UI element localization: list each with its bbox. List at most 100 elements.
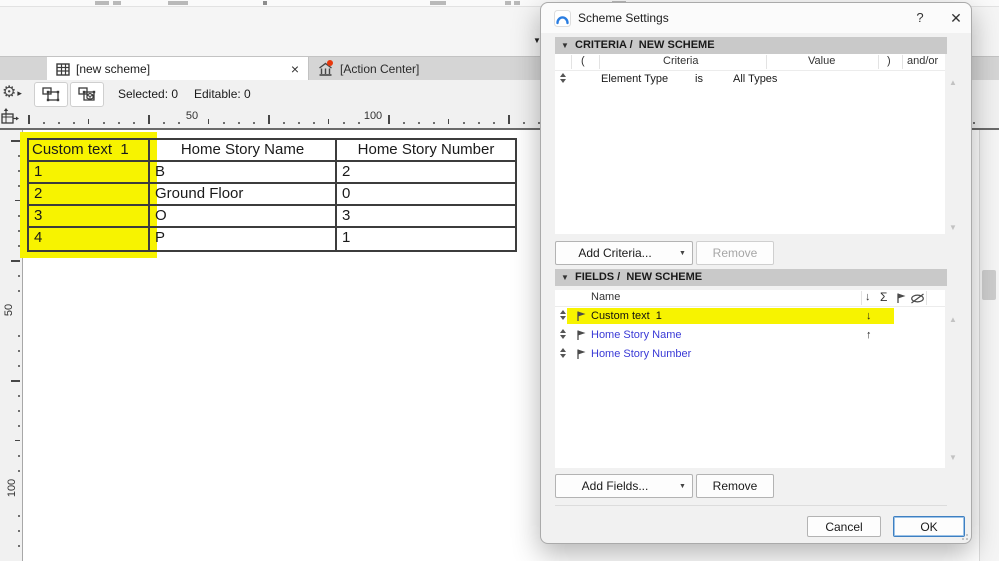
criteria-section-header[interactable]: ▼ CRITERIA / NEW SCHEME: [555, 37, 947, 54]
scroll-down-icon[interactable]: ▼: [949, 224, 957, 232]
column-header[interactable]: Custom text 1: [29, 140, 150, 162]
sort-direction-icon[interactable]: ↑: [866, 329, 872, 341]
toolbar-fragment: [113, 1, 121, 5]
criteria-name[interactable]: Element Type: [601, 73, 668, 85]
field-name[interactable]: Home Story Number: [591, 348, 691, 360]
toolbar-fragment: [430, 1, 446, 5]
app-window: ▼ [new scheme] × [Action Center] ⚙ ▸ Sel…: [0, 0, 999, 561]
marquee-select-icon: [42, 87, 60, 102]
table-cell[interactable]: B: [150, 162, 337, 184]
close-icon[interactable]: ✕: [947, 9, 965, 27]
select-elements-button[interactable]: [34, 82, 68, 107]
scroll-up-icon[interactable]: ▲: [949, 79, 957, 87]
criteria-row[interactable]: Element Type is All Types: [555, 71, 945, 88]
remove-criteria-button[interactable]: Remove: [696, 241, 774, 265]
button-label: Remove: [712, 246, 758, 260]
field-name[interactable]: Custom text 1: [591, 310, 662, 322]
button-label: OK: [920, 519, 938, 534]
field-row-home-story-name[interactable]: Home Story Name ↑: [555, 327, 945, 343]
table-cell[interactable]: 4: [29, 228, 150, 250]
tab-label: [new scheme]: [76, 62, 151, 76]
tab-new-scheme[interactable]: [new scheme] ×: [47, 57, 308, 81]
add-criteria-button[interactable]: Add Criteria...: [555, 241, 675, 265]
table-cell[interactable]: O: [150, 206, 337, 228]
table-cell[interactable]: 2: [337, 162, 515, 184]
sum-column-icon: Σ: [880, 290, 888, 304]
drag-handle[interactable]: [559, 310, 567, 320]
criteria-list-header: ( Criteria Value ) and/or: [555, 54, 945, 71]
ruler-origin-button[interactable]: [0, 108, 22, 128]
toolbar-fragment: [505, 1, 511, 5]
ruler-label: 50: [185, 110, 199, 122]
drag-handle[interactable]: [559, 348, 567, 358]
column-header[interactable]: Home Story Name: [150, 140, 337, 162]
sort-direction-icon[interactable]: ↓: [866, 310, 872, 322]
collapse-arrow-icon: ▼: [561, 41, 569, 50]
column-header[interactable]: Home Story Number: [337, 140, 515, 162]
criteria-operator[interactable]: is: [695, 73, 703, 85]
field-flag-icon: [577, 311, 586, 321]
field-flag-icon: [577, 330, 586, 340]
col-criteria: Criteria: [663, 55, 699, 67]
select-criteria-elements-button[interactable]: [70, 82, 104, 107]
schedule-table[interactable]: Custom text 1 Home Story Name Home Story…: [27, 138, 517, 252]
col-value: Value: [808, 55, 836, 67]
scheme-settings-dialog: Scheme Settings ? ✕ ▼ CRITERIA / NEW SCH…: [540, 2, 972, 544]
table-cell[interactable]: 3: [337, 206, 515, 228]
button-label: Add Criteria...: [578, 246, 652, 260]
section-title: FIELDS / NEW SCHEME: [575, 271, 703, 283]
toolbar-fragment: [95, 1, 109, 5]
ruler-label: 50: [3, 303, 16, 317]
table-cell[interactable]: 0: [337, 184, 515, 206]
scrollbar-thumb[interactable]: [982, 270, 996, 300]
criteria-list[interactable]: ( Criteria Value ) and/or Element Type i…: [555, 54, 945, 234]
drag-handle[interactable]: [559, 329, 567, 339]
fields-section-header[interactable]: ▼ FIELDS / NEW SCHEME: [555, 269, 947, 286]
col-close-paren: ): [887, 55, 891, 67]
dialog-title: Scheme Settings: [578, 11, 669, 25]
table-cell[interactable]: 3: [29, 206, 150, 228]
table-cell[interactable]: 1: [337, 228, 515, 250]
add-fields-button[interactable]: Add Fields...: [555, 474, 675, 498]
table-origin-icon: [1, 108, 19, 124]
table-cell[interactable]: 2: [29, 184, 150, 206]
scroll-down-icon[interactable]: ▼: [949, 454, 957, 462]
table-cell[interactable]: Ground Floor: [150, 184, 337, 206]
resize-grip[interactable]: [960, 532, 968, 540]
ruler-label: 100: [6, 478, 19, 498]
fields-list[interactable]: Name ↓ Σ Custom text 1 ↓ Home Story Name…: [555, 290, 945, 468]
scheme-settings-button[interactable]: ⚙ ▸: [2, 84, 22, 102]
scroll-up-icon[interactable]: ▲: [949, 316, 957, 324]
toolbar-fragment: [263, 1, 267, 5]
col-open-paren: (: [581, 55, 585, 67]
field-row-custom-text[interactable]: Custom text 1 ↓: [555, 308, 945, 324]
dialog-titlebar[interactable]: Scheme Settings ? ✕: [541, 3, 971, 33]
ok-button[interactable]: OK: [893, 516, 965, 537]
field-row-home-story-number[interactable]: Home Story Number: [555, 346, 945, 362]
button-label: Cancel: [825, 519, 863, 534]
button-label: Add Fields...: [581, 479, 649, 493]
gear-icon: ⚙: [2, 84, 17, 101]
field-flag-icon: [577, 349, 586, 359]
editable-count: Editable: 0: [194, 87, 251, 101]
canvas-scrollbar[interactable]: [979, 130, 999, 561]
add-fields-dropdown[interactable]: ▼: [673, 474, 693, 498]
cancel-button[interactable]: Cancel: [807, 516, 881, 537]
schedule-grid-icon: [56, 62, 70, 76]
criteria-value[interactable]: All Types: [733, 73, 777, 85]
flyout-arrow-icon: ▸: [17, 87, 22, 98]
drag-handle[interactable]: [559, 73, 567, 83]
field-name[interactable]: Home Story Name: [591, 329, 681, 341]
help-button[interactable]: ?: [911, 9, 929, 27]
toolbar-fragment: [514, 1, 520, 5]
col-name: Name: [591, 291, 621, 303]
dialog-divider: [555, 505, 947, 506]
tab-close-icon[interactable]: ×: [291, 62, 299, 76]
collapse-arrow-icon: ▼: [561, 273, 569, 282]
table-cell[interactable]: 1: [29, 162, 150, 184]
remove-field-button[interactable]: Remove: [696, 474, 774, 498]
col-andor: and/or: [907, 55, 939, 67]
table-cell[interactable]: P: [150, 228, 337, 250]
add-criteria-dropdown[interactable]: ▼: [673, 241, 693, 265]
tab-label: [Action Center]: [340, 62, 420, 76]
